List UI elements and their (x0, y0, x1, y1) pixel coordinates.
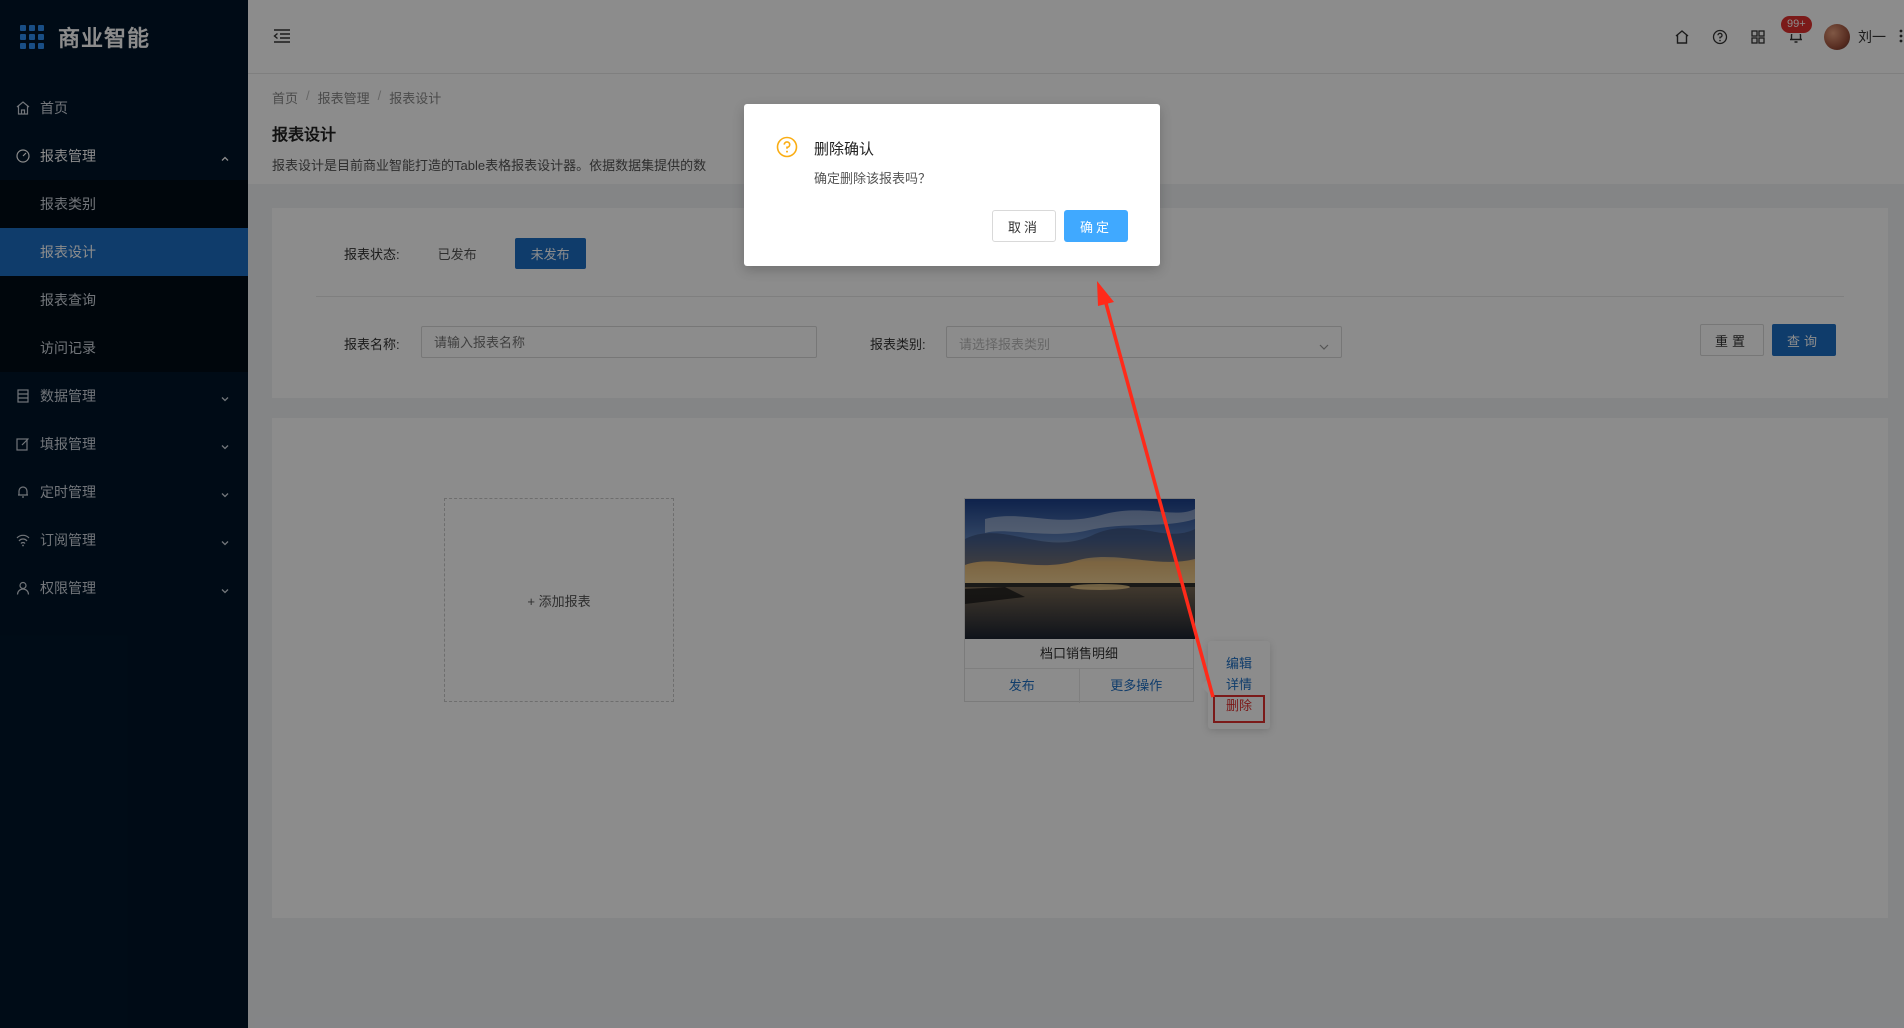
confirm-button[interactable]: 确定 (1064, 210, 1128, 242)
dialog-title: 删除确认 (814, 141, 875, 158)
question-circle-icon (776, 136, 798, 158)
cancel-button[interactable]: 取消 (992, 210, 1056, 242)
dialog-content: 确定删除该报表吗？ (814, 171, 932, 186)
delete-confirm-dialog: 删除确认 确定删除该报表吗？ 取消 确定 (744, 104, 1160, 266)
